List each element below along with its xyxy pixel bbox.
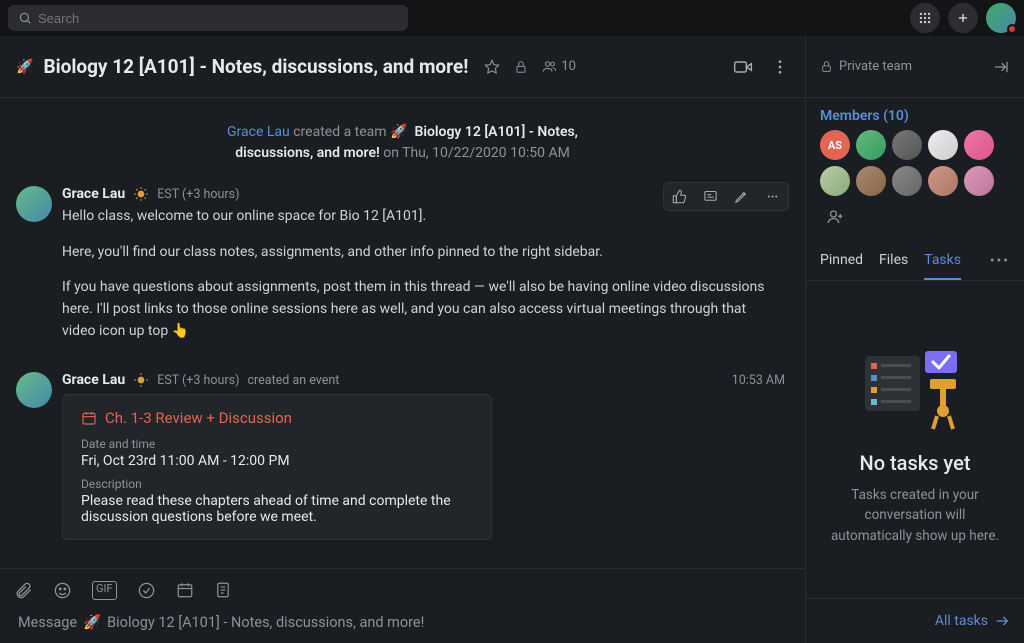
member-avatar[interactable] [928,130,958,160]
tab-files[interactable]: Files [879,242,908,280]
event-description-value: Please read these chapters ahead of time… [81,493,473,525]
empty-title: No tasks yet [860,451,971,475]
favorite-star-icon[interactable] [484,59,500,75]
member-avatar[interactable] [964,166,994,196]
message-actions [663,182,789,211]
search-input[interactable] [38,11,398,26]
status-badge-icon [133,186,149,202]
event-datetime-label: Date and time [81,437,473,451]
attach-icon[interactable] [14,581,33,600]
team-icon: 🚀 [16,59,33,75]
add-member-icon[interactable] [820,202,850,232]
task-icon[interactable] [137,581,156,600]
tab-pinned[interactable]: Pinned [820,242,863,280]
more-icon[interactable] [757,183,788,210]
channel-title: Biology 12 [A101] - Notes, discussions, … [43,55,468,78]
calendar-compose-icon[interactable] [176,581,194,600]
collapse-sidebar-icon[interactable] [992,58,1010,76]
message: Grace Lau EST (+3 hours) created an even… [0,364,805,548]
new-button[interactable] [948,3,978,33]
global-search[interactable] [8,5,408,31]
calendar-icon [81,410,97,426]
profile-avatar[interactable] [986,3,1016,33]
tasks-empty-state: No tasks yet Tasks created in your conve… [806,281,1024,598]
message-text: Hello class, welcome to our online space… [62,206,782,342]
timezone-label: EST (+3 hours) [157,187,239,202]
empty-body: Tasks created in your conversation will … [826,485,1004,546]
all-tasks-link[interactable]: All tasks [806,598,1024,643]
avatar[interactable] [16,186,52,222]
details-sidebar: Private team Members (10) AS Pinned File… [806,36,1024,643]
user-link[interactable]: Grace Lau [227,124,290,140]
conversation-column: 🚀 Biology 12 [A101] - Notes, discussions… [0,36,806,643]
presence-indicator [1007,24,1017,34]
tab-tasks[interactable]: Tasks [924,242,961,280]
members-heading[interactable]: Members (10) [806,98,1024,130]
timezone-label: EST (+3 hours) [157,373,239,388]
member-avatar[interactable]: AS [820,130,850,160]
team-icon: 🚀 [390,124,407,140]
composer: GIF Message 🚀 Biology 12 [A101] - Notes,… [0,568,805,643]
member-avatar[interactable] [892,166,922,196]
video-call-icon[interactable] [733,57,753,77]
edit-icon[interactable] [726,183,757,210]
message: Grace Lau EST (+3 hours) Hello class, we… [0,178,805,364]
member-count[interactable]: 10 [542,59,576,74]
status-badge-icon [133,372,149,388]
note-icon[interactable] [214,581,232,600]
channel-header: 🚀 Biology 12 [A101] - Notes, discussions… [0,36,805,98]
tasks-illustration [855,341,975,431]
message-time: 10:53 AM [732,373,789,388]
lock-icon [820,60,833,73]
search-icon [18,11,32,25]
message-author[interactable]: Grace Lau [62,186,125,202]
avatar[interactable] [16,372,52,408]
team-icon: 🚀 [83,614,101,631]
member-avatar[interactable] [892,130,922,160]
tabs-more-icon[interactable]: ••• [990,243,1010,279]
system-member-added: Grace Lau added Astra Sodarsono to the t… [0,548,805,568]
member-avatar[interactable] [856,166,886,196]
system-team-created: Grace Lau created a team 🚀 Biology 12 [A… [0,108,805,178]
top-bar [0,0,1024,36]
member-avatar[interactable] [928,166,958,196]
more-options-icon[interactable] [771,57,789,77]
event-description-label: Description [81,477,473,491]
message-author[interactable]: Grace Lau [62,372,125,388]
event-title: Ch. 1-3 Review + Discussion [105,409,292,427]
event-datetime-value: Fri, Oct 23rd 11:00 AM - 12:00 PM [81,453,473,469]
apps-grid-button[interactable] [910,3,940,33]
event-verb: created an event [247,373,339,388]
like-icon[interactable] [664,183,695,210]
member-avatar[interactable] [820,166,850,196]
lock-icon [514,60,528,74]
member-avatar[interactable] [964,130,994,160]
event-card[interactable]: Ch. 1-3 Review + Discussion Date and tim… [62,394,492,540]
message-input[interactable]: Message 🚀 Biology 12 [A101] - Notes, dis… [14,606,791,641]
privacy-label: Private team [839,59,912,74]
member-avatars: AS [806,130,1024,242]
message-list: Grace Lau created a team 🚀 Biology 12 [A… [0,98,805,568]
gif-icon[interactable]: GIF [92,581,117,600]
emoji-icon[interactable] [53,581,72,600]
quote-icon[interactable] [695,183,726,210]
sidebar-tabs: Pinned Files Tasks ••• [806,242,1024,281]
member-avatar[interactable] [856,130,886,160]
